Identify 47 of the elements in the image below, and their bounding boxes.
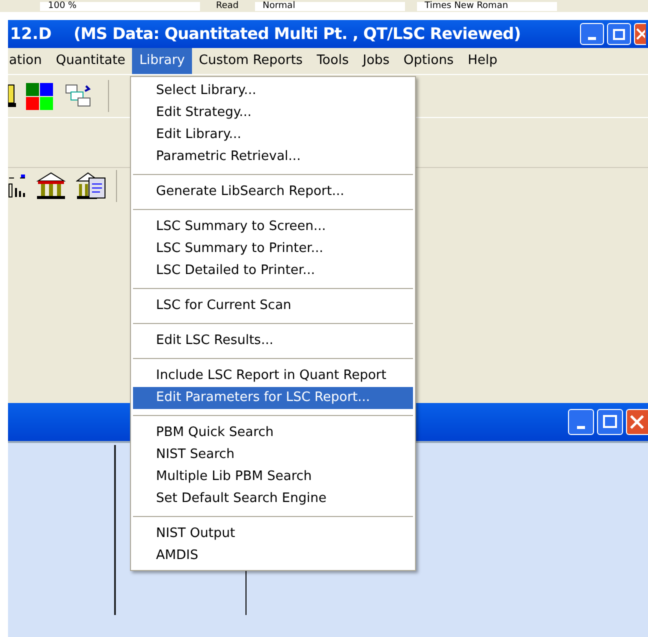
menu-item[interactable]: ation [2, 48, 49, 74]
minimize-button[interactable] [580, 23, 604, 45]
menu-option[interactable]: Set Default Search Engine [133, 488, 413, 510]
close-button[interactable] [626, 408, 648, 434]
menu-item[interactable]: Jobs [356, 48, 397, 74]
read-button[interactable]: Read [212, 2, 243, 10]
maximize-icon [603, 415, 617, 428]
font-dropdown[interactable]: Times New Roman [416, 2, 557, 10]
maximize-button[interactable] [607, 23, 631, 45]
building-document-icon [76, 172, 106, 200]
menu-option[interactable]: Select Library... [133, 80, 413, 102]
building-icon [36, 172, 66, 200]
menu-item[interactable]: Tools [310, 48, 356, 74]
menu-item[interactable]: Help [460, 48, 504, 74]
menu-option[interactable]: Edit LSC Results... [133, 330, 413, 352]
menu-option[interactable]: LSC Summary to Screen... [133, 216, 413, 238]
windows-icon [65, 84, 92, 108]
minimize-icon [577, 426, 585, 428]
menu-option[interactable]: Multiple Lib PBM Search [133, 466, 413, 488]
zoom-dropdown[interactable]: 100 % [40, 2, 200, 10]
menu-option[interactable]: Generate LibSearch Report... [133, 181, 413, 203]
close-button[interactable] [634, 23, 646, 45]
menu-option[interactable]: Parametric Retrieval... [133, 146, 413, 168]
maximize-button[interactable] [597, 408, 623, 434]
menu-item[interactable]: Options [396, 48, 461, 74]
menu-option[interactable]: PBM Quick Search [133, 422, 413, 444]
menu-option[interactable]: LSC Summary to Printer... [133, 238, 413, 260]
menu-item[interactable]: Custom Reports [192, 48, 310, 74]
style-dropdown[interactable]: Normal [254, 2, 405, 10]
window-title: (MS Data: Quantitated Multi Pt. , QT/LSC Reviewed) [74, 23, 521, 45]
minimize-icon [588, 37, 596, 40]
maximize-icon [613, 28, 625, 40]
menu-option[interactable]: AMDIS [133, 545, 413, 567]
menu-option[interactable]: Edit Parameters for LSC Report... [133, 387, 413, 409]
menu-item[interactable]: Quantitate [48, 48, 132, 74]
menu-option[interactable]: Edit Strategy... [133, 102, 413, 124]
window-title: 12.D [10, 23, 52, 45]
menu-option[interactable]: NIST Search [133, 444, 413, 466]
menu-option[interactable]: LSC Detailed to Printer... [133, 260, 413, 282]
menu-option[interactable]: LSC for Current Scan [133, 295, 413, 317]
menu-option[interactable]: Edit Library... [133, 124, 413, 146]
bar-chart-icon [8, 174, 26, 198]
color-grid-icon [26, 82, 53, 110]
menu-item[interactable]: Library [132, 48, 192, 74]
minimize-button[interactable] [568, 408, 594, 434]
menu-option[interactable]: NIST Output [133, 523, 413, 545]
menu-option[interactable]: Include LSC Report in Quant Report [133, 365, 413, 387]
